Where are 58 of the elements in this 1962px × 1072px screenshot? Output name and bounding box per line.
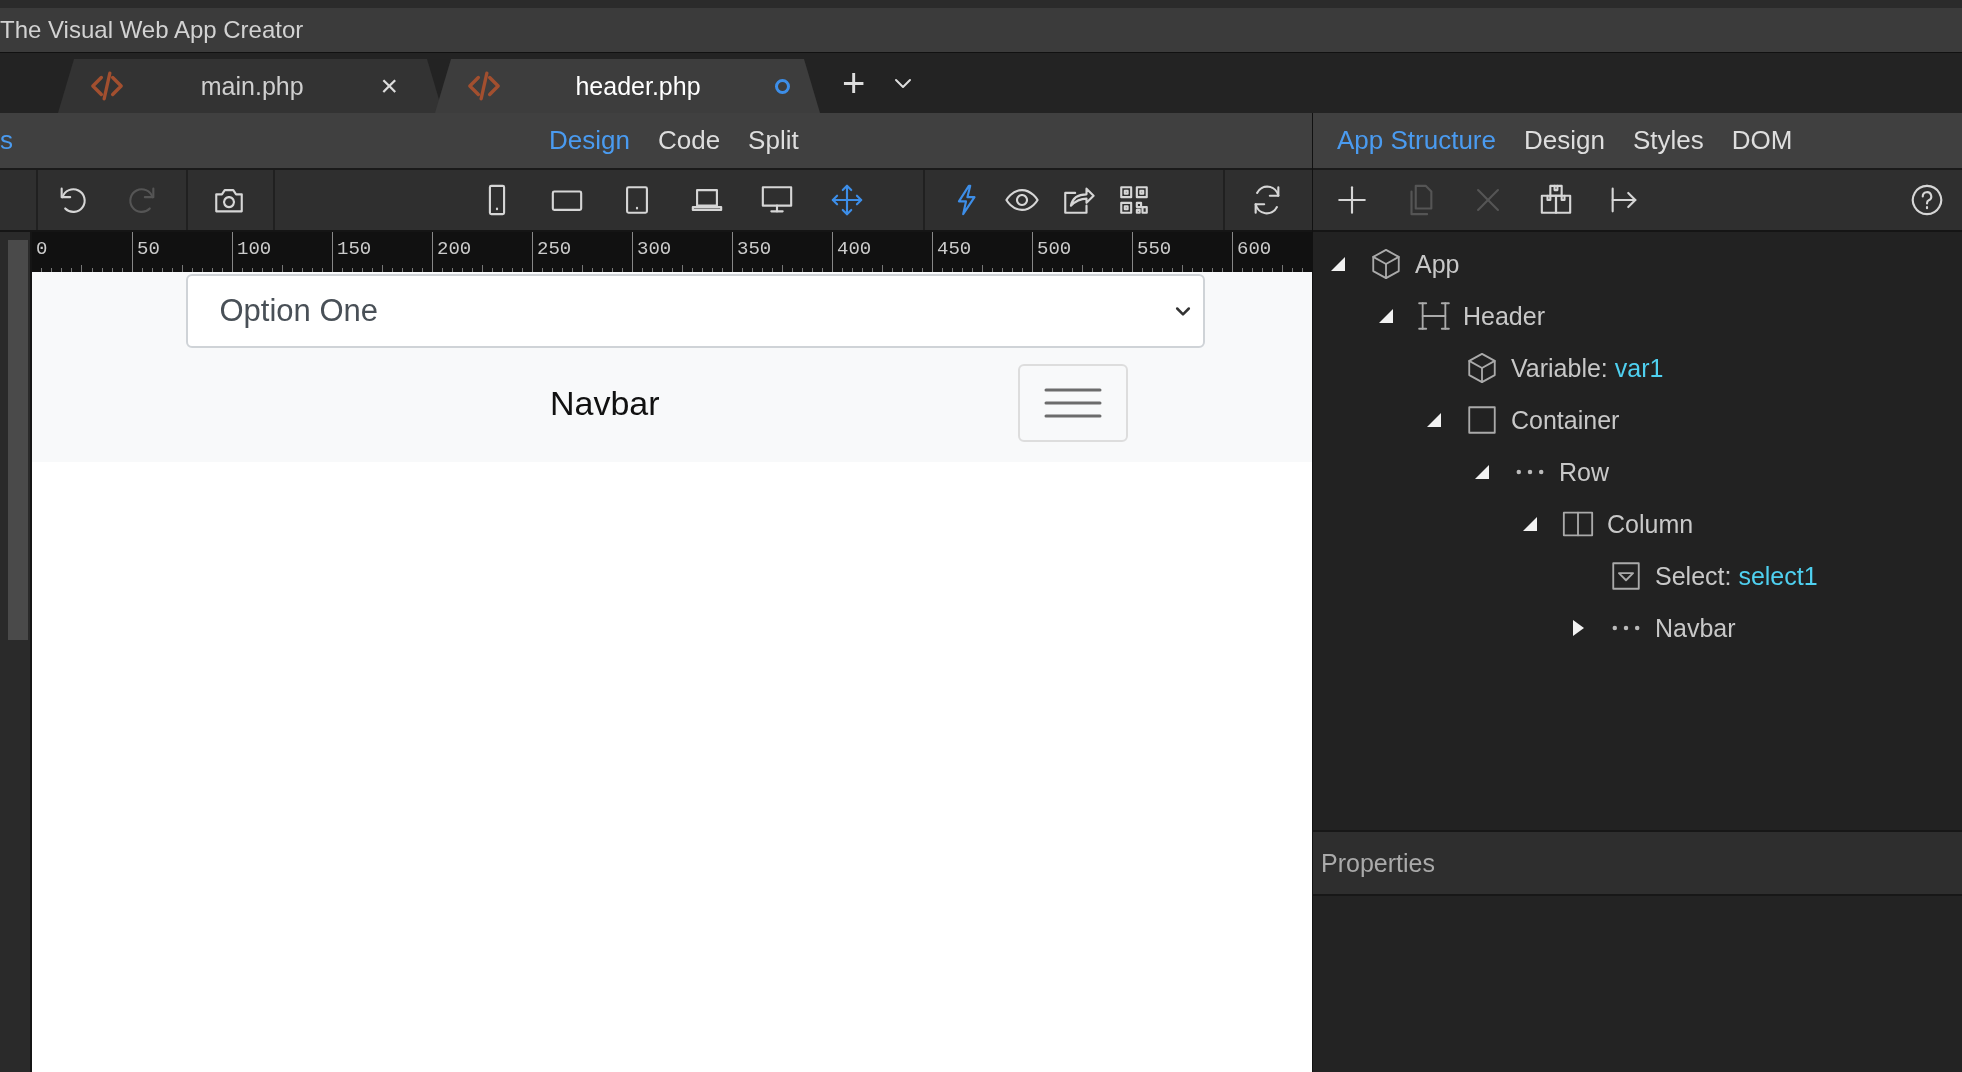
new-tab-button[interactable]: + [842,63,866,103]
window-title: The Visual Web App Creator [0,16,304,44]
ruler-label: 600 [1236,237,1273,260]
view-mode-tab[interactable]: Code [657,125,721,156]
dropdown-icon [1609,559,1643,593]
cube-icon [1369,247,1403,281]
expanded-triangle-icon[interactable] [1425,411,1443,429]
ruler-label: 0 [35,237,49,260]
tree-item[interactable]: App [1415,249,1460,279]
qr-code-icon[interactable] [1117,183,1151,217]
close-button[interactable]: × [380,71,398,101]
square-icon [1465,403,1499,437]
ruler-label: 200 [436,237,473,260]
code-icon [467,69,501,103]
navbar-brand[interactable]: Navbar [550,383,660,423]
tree-item[interactable]: Select: select1 [1655,561,1818,591]
expanded-triangle-icon[interactable] [1473,463,1491,481]
ruler-label: 150 [336,237,373,260]
panel-tab[interactable]: s [0,125,13,156]
properties-title: Properties [1321,848,1435,878]
panel-tab[interactable]: DOM [1731,125,1793,156]
expanded-triangle-icon[interactable] [1377,307,1395,325]
tree-item[interactable]: Row [1559,457,1609,487]
panel-tab[interactable]: App Structure [1337,125,1496,156]
ruler-label: 450 [936,237,973,260]
ruler-label: 300 [636,237,673,260]
add-icon[interactable] [1335,183,1369,217]
code-icon [90,69,124,103]
help-icon[interactable] [1910,183,1944,217]
heading-icon [1417,299,1451,333]
tree-item[interactable]: Container [1511,405,1620,435]
view-mode-tab[interactable]: Split [748,125,799,156]
file-tab[interactable]: header.php [435,59,820,113]
dots-icon [1516,469,1544,475]
select-field[interactable]: Option One [185,274,1205,348]
expanded-triangle-icon[interactable] [1329,255,1347,273]
menu-button[interactable] [1017,364,1128,442]
ruler-label: 550 [1136,237,1173,260]
cube-icon [1465,351,1499,385]
tree-item[interactable]: Header [1463,301,1545,331]
tree-item[interactable]: Navbar [1655,613,1736,643]
scrollbar[interactable] [8,240,28,640]
ruler-label: 250 [536,237,573,260]
view-mode-tab[interactable]: Design [549,125,630,156]
ruler-label: 50 [136,237,161,260]
panel-tab[interactable]: Design [1524,125,1605,156]
ruler-label: 100 [236,237,273,260]
move-icon[interactable] [830,183,864,217]
ruler-label: 350 [736,237,773,260]
tree-item[interactable]: Column [1607,509,1694,539]
dots-icon [1612,625,1640,631]
ruler-label: 400 [836,237,873,260]
tree-item[interactable]: Variable: var1 [1511,353,1664,383]
menu-icon [1043,387,1102,419]
ruler-label: 500 [1036,237,1073,260]
panel-tab[interactable]: Styles [1632,125,1704,156]
expanded-triangle-icon[interactable] [1521,515,1539,533]
boxes-icon[interactable] [1539,183,1573,217]
